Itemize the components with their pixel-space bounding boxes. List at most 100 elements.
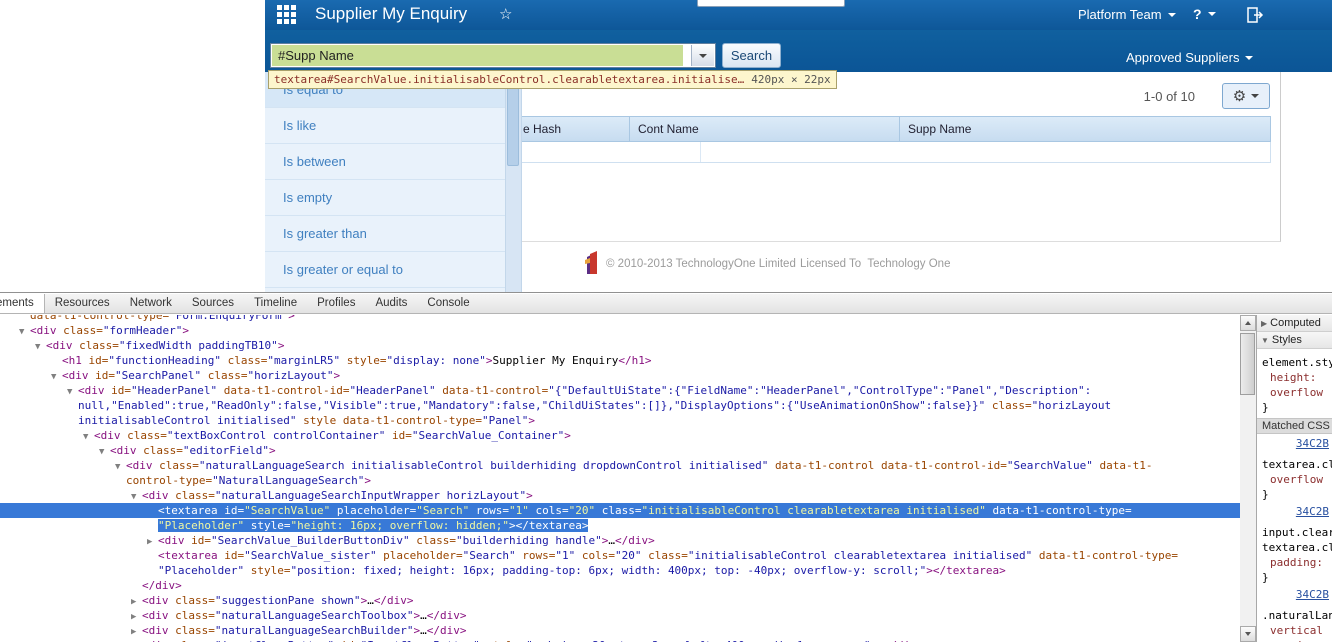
- code-text: <div class="suggestionPane shown">…</div…: [142, 594, 414, 607]
- dom-tree-line[interactable]: ▶ <div class="naturalLanguageSearchToolbo…: [0, 608, 1240, 623]
- code-segment: class=: [152, 459, 199, 472]
- sidebar-bar: Matched CSS R: [1257, 418, 1332, 434]
- sidebar-brace: }: [1257, 487, 1332, 502]
- devtools-tab-ements[interactable]: ements: [0, 294, 45, 313]
- dom-tree-line[interactable]: ▶ <div id="SearchValue_BuilderButtonDiv" …: [0, 533, 1240, 548]
- sidebar-text: overflow: [1270, 473, 1323, 486]
- dom-tree-line[interactable]: "Placeholder" style="position: fixed; he…: [0, 563, 1240, 578]
- code-segment: …: [420, 609, 427, 622]
- dom-tree-line[interactable]: ▼ <div class="textBoxControl controlConta…: [0, 428, 1240, 443]
- code-segment: class=: [201, 369, 248, 382]
- devtools-tab-timeline[interactable]: Timeline: [244, 294, 307, 313]
- dropdown-item[interactable]: Is empty: [265, 180, 505, 216]
- code-segment: >: [485, 354, 493, 367]
- code-segment: …: [420, 624, 427, 637]
- chevron-down-icon: [1207, 12, 1216, 16]
- approved-suppliers-label: Approved Suppliers: [1126, 50, 1240, 65]
- dom-tree-line[interactable]: ▼ <div id="HeaderPanel" data-t1-control-i…: [0, 383, 1240, 398]
- code-segment: >: [288, 315, 295, 322]
- dropdown-item[interactable]: Is greater or equal to: [265, 252, 505, 288]
- dom-tree-line[interactable]: ▼ <div class="naturalLanguageSearchInputW…: [0, 488, 1240, 503]
- code-segment: "Panel": [482, 414, 529, 427]
- grid-header-cell[interactable]: e Hash: [515, 117, 630, 141]
- scroll-thumb[interactable]: [1240, 333, 1255, 395]
- dom-tree-line[interactable]: data-t1-control-type="Form.EnquiryForm">: [0, 315, 1240, 323]
- scroll-up-button[interactable]: [1240, 315, 1256, 331]
- code-segment: …: [608, 534, 615, 547]
- devtools-tab-resources[interactable]: Resources: [45, 294, 120, 313]
- dropdown-item[interactable]: Is like: [265, 108, 505, 144]
- code-segment: id=: [184, 534, 211, 547]
- dom-tree-line[interactable]: </div>: [0, 578, 1240, 593]
- search-button[interactable]: Search: [722, 43, 781, 68]
- dom-tree-line[interactable]: null,"Enabled":true,"ReadOnly":false,"Vi…: [0, 398, 1240, 413]
- devtools-tab-network[interactable]: Network: [120, 294, 182, 313]
- help-menu[interactable]: ?: [1193, 6, 1216, 22]
- dom-tree-line[interactable]: ▶<div class="inputClearButton" id="Input…: [0, 638, 1240, 642]
- sidebar-link[interactable]: 34C2B: [1257, 504, 1332, 519]
- search-dropdown-button[interactable]: [691, 45, 714, 66]
- chevron-down-icon: [1167, 12, 1176, 17]
- search-box[interactable]: #Supp Name: [270, 43, 716, 68]
- global-search-input[interactable]: [697, 0, 845, 7]
- devtools-tab-profiles[interactable]: Profiles: [307, 294, 365, 313]
- devtools-tab-audits[interactable]: Audits: [365, 294, 417, 313]
- code-segment: "initialisableControl clearabletextarea …: [641, 504, 986, 517]
- dom-tree-line[interactable]: <h1 id="functionHeading" class="marginLR…: [0, 353, 1240, 368]
- scroll-down-button[interactable]: [1240, 626, 1256, 642]
- dom-tree-line[interactable]: initialisableControl initialised" style …: [0, 413, 1240, 428]
- dom-tree-line[interactable]: <textarea id="SearchValue" placeholder="…: [0, 503, 1240, 518]
- code-segment: id=: [88, 369, 115, 382]
- sidebar-prop: vertical: [1257, 623, 1332, 638]
- code-segment: "fixedWidth paddingTB10": [118, 339, 278, 352]
- code-segment: rows=: [515, 549, 556, 562]
- code-segment: "editorField": [182, 444, 269, 457]
- grid-header-cell[interactable]: Supp Name: [900, 117, 1271, 141]
- dom-tree-line[interactable]: ▼ <div id="SearchPanel" class="horizLayou…: [0, 368, 1240, 383]
- window-dock-icon[interactable]: [1246, 6, 1264, 24]
- chevron-down-icon: [1251, 94, 1260, 98]
- dom-tree-line[interactable]: ▼ <div class="formHeader">: [0, 323, 1240, 338]
- devtools-tab-console[interactable]: Console: [417, 294, 479, 313]
- devtools-tab-sources[interactable]: Sources: [182, 294, 244, 313]
- code-segment: class=: [220, 354, 268, 367]
- grid-header-cell[interactable]: Cont Name: [630, 117, 900, 141]
- dom-tree-line[interactable]: ▼ <div class="editorField">: [0, 443, 1240, 458]
- favorite-star-icon[interactable]: ☆: [499, 5, 512, 23]
- dom-tree-line[interactable]: ▼ <div class="naturalLanguageSearch initi…: [0, 458, 1240, 473]
- sidebar-section-styles[interactable]: ▼ Styles: [1257, 332, 1332, 349]
- sidebar-prop: overflow: [1257, 472, 1332, 487]
- devtools-scrollbar[interactable]: [1240, 315, 1256, 642]
- triangle-up-icon: [1245, 321, 1251, 325]
- code-segment: data-t1-control-type=: [30, 315, 170, 322]
- code-segment: "Search": [416, 504, 470, 517]
- code-segment: </h1>: [618, 354, 652, 367]
- code-segment: class=: [72, 339, 119, 352]
- dropdown-item[interactable]: Is greater than: [265, 216, 505, 252]
- settings-button[interactable]: ⚙: [1222, 83, 1270, 109]
- dom-tree-line[interactable]: ▼ <div class="fixedWidth paddingTB10">: [0, 338, 1240, 353]
- code-text: <div id="HeaderPanel" data-t1-control-id…: [78, 384, 1091, 397]
- dom-tree-line[interactable]: "Placeholder" style="height: 16px; overf…: [0, 518, 1240, 533]
- dropdown-scrollbar[interactable]: [505, 72, 521, 292]
- search-textarea[interactable]: #Supp Name: [272, 45, 683, 66]
- dom-tree-line[interactable]: control-type="NaturalLanguageSearch">: [0, 473, 1240, 488]
- sidebar-section-computed[interactable]: ▶ Computed: [1257, 315, 1332, 332]
- code-segment: "horizLayout": [247, 369, 334, 382]
- app-launcher-icon[interactable]: [277, 5, 297, 25]
- dom-tree-line[interactable]: <textarea id="SearchValue_sister" placeh…: [0, 548, 1240, 563]
- approved-suppliers-menu[interactable]: Approved Suppliers: [1126, 50, 1254, 65]
- dom-tree-line[interactable]: ▶ <div class="suggestionPane shown">…</di…: [0, 593, 1240, 608]
- sidebar-prop: height:: [1257, 370, 1332, 385]
- platform-team-menu[interactable]: Platform Team: [1078, 7, 1176, 22]
- code-text: <div class="naturalLanguageSearchBuilder…: [142, 624, 467, 637]
- code-segment: data-t1-control-id=: [874, 459, 1007, 472]
- code-segment: "NaturalLanguageSearch": [212, 474, 365, 487]
- sidebar-link[interactable]: 34C2B: [1257, 587, 1332, 602]
- code-segment: <div: [30, 324, 57, 337]
- code-segment: <div: [46, 339, 73, 352]
- sidebar-link[interactable]: 34C2B: [1257, 436, 1332, 451]
- dropdown-item[interactable]: Is between: [265, 144, 505, 180]
- dom-tree-line[interactable]: ▶ <div class="naturalLanguageSearchBuilde…: [0, 623, 1240, 638]
- code-segment: "1": [509, 504, 529, 517]
